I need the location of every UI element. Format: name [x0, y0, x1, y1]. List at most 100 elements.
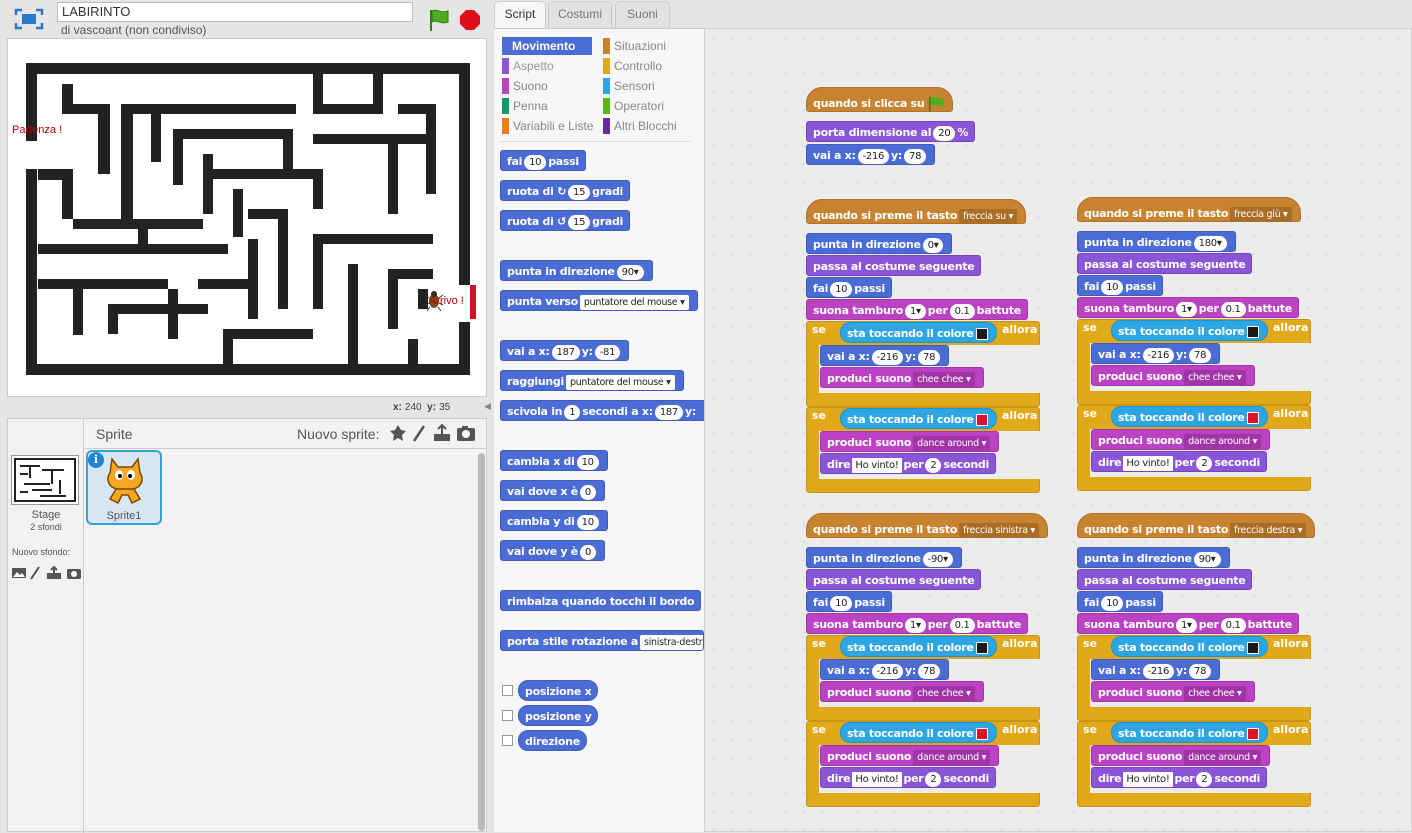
block-input[interactable]: puntatore del mouse ▾ [579, 294, 689, 310]
block-input[interactable]: chee chee ▾ [913, 685, 975, 701]
point-direction-block[interactable]: punta in direzione 0▾ [806, 233, 953, 254]
next-costume-block[interactable]: passa al costume seguente [1077, 569, 1253, 590]
sprite-library-icon[interactable] [388, 423, 408, 443]
palette-glide-block[interactable]: scivola in 1 secondi a x: 187 y: [500, 400, 704, 421]
category-variabili[interactable]: Variabili e Liste [502, 117, 593, 135]
tab-costumes[interactable]: Costumi [548, 1, 612, 28]
color-swatch-black[interactable] [975, 642, 988, 654]
block-text[interactable]: Ho vinto! [1123, 455, 1173, 471]
block-text[interactable]: 10 [576, 454, 599, 470]
palette-rotation-style-block[interactable]: porta stile rotazione a sinistra-destra [500, 630, 704, 651]
play-sound-dance-block[interactable]: produci suono dance around ▾ [1091, 429, 1271, 450]
block-text[interactable]: 2 [1196, 455, 1213, 471]
green-flag-icon[interactable] [428, 8, 450, 32]
say-for-secs-block[interactable]: dire Ho vinto! per 2 secondi [820, 453, 996, 474]
category-operatori[interactable]: Operatori [603, 97, 664, 115]
palette-reporter-x-position[interactable]: posizione x [518, 680, 599, 701]
block-input[interactable]: chee chee ▾ [1184, 369, 1246, 385]
category-controllo[interactable]: Controllo [603, 57, 662, 75]
play-sound-dance-block[interactable]: produci suono dance around ▾ [820, 745, 1000, 766]
block-input[interactable]: chee chee ▾ [1184, 685, 1246, 701]
block-text[interactable]: 20 [933, 125, 956, 141]
category-penna[interactable]: Penna [502, 97, 548, 115]
block-text[interactable]: -216 [871, 349, 904, 365]
color-swatch-red[interactable] [975, 414, 988, 426]
color-swatch-red[interactable] [975, 728, 988, 740]
play-sound-chee-block[interactable]: produci suono chee chee ▾ [820, 367, 984, 388]
play-drum-block[interactable]: suona tamburo 1▾ per 0.1 battute [806, 299, 1028, 320]
goto-start-block[interactable]: vai a x: -216 y: 78 [820, 345, 950, 366]
when-key-pressed-hat[interactable]: quando si preme il tasto freccia sinistra… [806, 513, 1048, 538]
palette-goto-block[interactable]: raggiungi puntatore del mouse ▾ [500, 370, 684, 391]
camera-icon[interactable] [67, 569, 81, 579]
block-text[interactable]: 10 [830, 281, 853, 297]
block-input[interactable]: 1▾ [1175, 301, 1197, 317]
palette-change-x-block[interactable]: cambia x di 10 [500, 450, 608, 471]
block-text[interactable]: 0.1 [949, 303, 975, 319]
play-drum-block[interactable]: suona tamburo 1▾ per 0.1 battute [1077, 613, 1299, 634]
block-input[interactable]: 1▾ [1175, 617, 1197, 633]
upload-sprite-icon[interactable] [432, 423, 452, 443]
when-flag-clicked-hat[interactable]: quando si clicca su [806, 87, 953, 112]
block-text[interactable]: 10 [830, 595, 853, 611]
color-swatch-black[interactable] [975, 328, 988, 340]
move-steps-block[interactable]: fai 10 passi [806, 591, 892, 612]
block-text[interactable]: 78 [918, 663, 941, 679]
block-text[interactable]: -216 [1142, 347, 1175, 363]
scripts-area[interactable]: quando si clicca su porta dimensione al 2… [704, 28, 1412, 832]
palette-turn-right-block[interactable]: ruota di ↻ 15 gradi [500, 180, 631, 201]
touching-color-black-condition[interactable]: sta toccando il colore [1111, 320, 1268, 341]
category-situazioni[interactable]: Situazioni [603, 37, 666, 55]
block-text[interactable]: 15 [568, 214, 591, 230]
block-text[interactable]: -216 [857, 148, 890, 164]
color-swatch-red[interactable] [1246, 728, 1259, 740]
block-text[interactable]: 2 [925, 771, 942, 787]
when-key-pressed-hat[interactable]: quando si preme il tasto freccia destra ▾ [1077, 513, 1316, 538]
play-sound-chee-block[interactable]: produci suono chee chee ▾ [820, 681, 984, 702]
play-drum-block[interactable]: suona tamburo 1▾ per 0.1 battute [806, 613, 1028, 634]
touching-color-black-condition[interactable]: sta toccando il colore [1111, 636, 1268, 657]
block-text[interactable]: 2 [925, 457, 942, 473]
block-input[interactable]: freccia destra ▾ [1230, 522, 1307, 538]
touching-color-red-condition[interactable]: sta toccando il colore [840, 722, 997, 743]
move-steps-block[interactable]: fai 10 passi [1077, 591, 1163, 612]
block-text[interactable]: 10 [1101, 595, 1124, 611]
block-input[interactable]: 180▾ [1193, 235, 1227, 251]
block-input[interactable]: 90▾ [616, 264, 644, 280]
block-input[interactable]: -90▾ [922, 551, 953, 567]
block-text[interactable]: -81 [594, 344, 621, 360]
tab-sounds[interactable]: Suoni [615, 1, 670, 28]
block-text[interactable]: 0.1 [1220, 301, 1246, 317]
block-text[interactable]: 78 [918, 349, 941, 365]
block-input[interactable]: dance around ▾ [1184, 433, 1262, 449]
color-swatch-red[interactable] [1246, 412, 1259, 424]
goto-start-block[interactable]: vai a x: -216 y: 78 [806, 144, 936, 165]
block-text[interactable]: 187 [654, 404, 683, 420]
play-sound-dance-block[interactable]: produci suono dance around ▾ [1091, 745, 1271, 766]
checkbox-direction[interactable] [502, 735, 513, 746]
say-for-secs-block[interactable]: dire Ho vinto! per 2 secondi [1091, 767, 1267, 788]
move-steps-block[interactable]: fai 10 passi [1077, 275, 1163, 296]
block-text[interactable]: 10 [524, 154, 547, 170]
palette-set-y-block[interactable]: vai dove y è0 [500, 540, 606, 561]
category-movimento[interactable]: Movimento [502, 37, 592, 55]
color-swatch-black[interactable] [1246, 642, 1259, 654]
touching-color-black-condition[interactable]: sta toccando il colore [840, 636, 997, 657]
block-input[interactable]: 0▾ [922, 237, 944, 253]
block-input[interactable]: dance around ▾ [913, 435, 991, 451]
say-for-secs-block[interactable]: dire Ho vinto! per 2 secondi [820, 767, 996, 788]
camera-sprite-icon[interactable] [456, 423, 476, 443]
say-for-secs-block[interactable]: dire Ho vinto! per 2 secondi [1091, 451, 1267, 472]
goto-start-block[interactable]: vai a x: -216 y: 78 [1091, 659, 1221, 680]
touching-color-black-condition[interactable]: sta toccando il colore [840, 322, 997, 343]
palette-move-block[interactable]: fai 10 passi [500, 150, 586, 171]
collapse-stage-icon[interactable]: ◀ [484, 402, 491, 412]
fullscreen-icon[interactable] [14, 8, 44, 30]
palette-turn-left-block[interactable]: ruota di ↺ 15 gradi [500, 210, 631, 231]
play-sound-chee-block[interactable]: produci suono chee chee ▾ [1091, 681, 1255, 702]
block-text[interactable]: 15 [568, 184, 591, 200]
block-input[interactable]: puntatore del mouse ▾ [565, 374, 675, 390]
block-text[interactable]: 0 [579, 544, 597, 560]
project-title-input[interactable]: LABIRINTO [57, 2, 413, 22]
block-input[interactable]: 1▾ [904, 617, 926, 633]
